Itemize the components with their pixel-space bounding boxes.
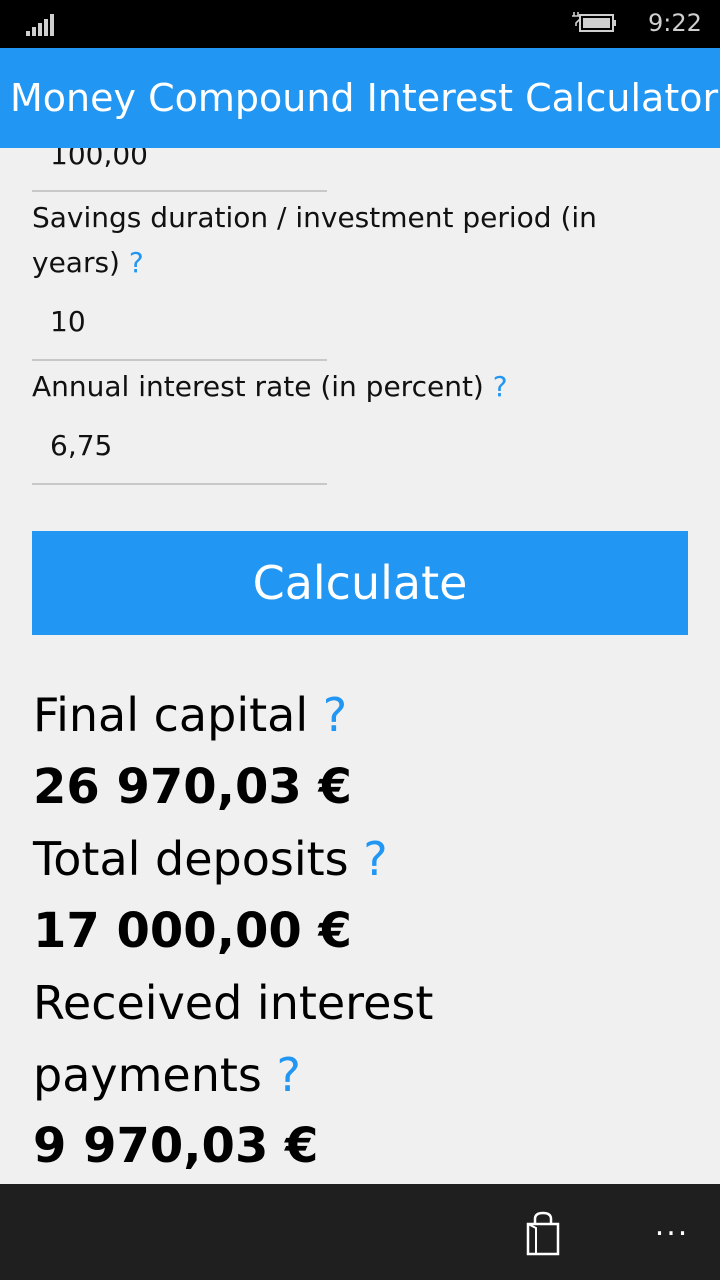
- received-interest-value: 9 970,03 €: [33, 1118, 319, 1174]
- total-deposits-value: 17 000,00 €: [33, 903, 352, 959]
- duration-help-icon[interactable]: ?: [129, 246, 144, 279]
- battery-charging-icon: [572, 10, 620, 36]
- calculator-content[interactable]: 100,00 Savings duration / investment per…: [0, 148, 720, 1184]
- store-icon[interactable]: [522, 1210, 564, 1258]
- received-interest-label-text: payments: [33, 1048, 262, 1102]
- received-interest-label: Received interest: [33, 976, 434, 1030]
- rate-help-icon[interactable]: ?: [493, 370, 508, 403]
- calculate-button[interactable]: Calculate: [32, 531, 688, 635]
- field-underline: [32, 190, 327, 192]
- final-capital-label-text: Final capital: [33, 688, 309, 742]
- total-deposits-help-icon[interactable]: ?: [363, 832, 387, 886]
- rate-label-text: Annual interest rate (in percent): [32, 370, 484, 403]
- final-capital-help-icon[interactable]: ?: [323, 688, 347, 742]
- signal-strength-icon: [26, 12, 56, 36]
- rate-field[interactable]: 6,75: [50, 429, 112, 462]
- field-underline: [32, 359, 327, 361]
- field-underline: [32, 483, 327, 485]
- monthly-deposit-field[interactable]: 100,00: [50, 148, 148, 171]
- duration-field[interactable]: 10: [50, 305, 86, 338]
- received-interest-label-line2: payments ?: [33, 1048, 301, 1102]
- status-bar: 9:22: [0, 0, 720, 48]
- final-capital-label: Final capital ?: [33, 688, 347, 742]
- clock-time: 9:22: [648, 9, 702, 37]
- rate-label: Annual interest rate (in percent) ?: [32, 364, 672, 409]
- app-header: Money Compound Interest Calculator: [0, 48, 720, 148]
- app-title: Money Compound Interest Calculator: [10, 76, 719, 120]
- received-interest-help-icon[interactable]: ?: [277, 1048, 301, 1102]
- total-deposits-label-text: Total deposits: [33, 832, 349, 886]
- duration-label-text: Savings duration / investment period (in…: [32, 201, 597, 279]
- total-deposits-label: Total deposits ?: [33, 832, 388, 886]
- more-options-button[interactable]: ...: [650, 1208, 694, 1248]
- final-capital-value: 26 970,03 €: [33, 759, 352, 815]
- app-bar: ...: [0, 1184, 720, 1280]
- duration-label: Savings duration / investment period (in…: [32, 195, 672, 285]
